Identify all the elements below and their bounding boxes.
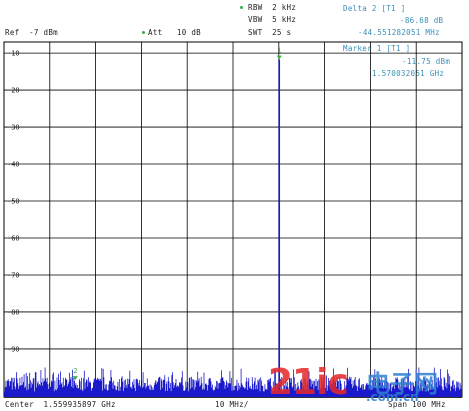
marker-1-label: 1 [277,47,281,55]
y-tick-label: -50 [7,198,20,206]
y-tick-label: -10 [7,50,20,58]
marker-1-triangle [276,55,282,60]
span-per-division-label: 10 MHz/ [215,400,249,409]
y-tick-label: -40 [7,161,20,169]
y-tick-label: -80 [7,308,20,316]
y-tick-label: -60 [7,234,20,242]
y-tick-label: -30 [7,124,20,132]
y-axis-ticks: -10 -20 -30 -40 -50 -60 -70 -80 -90 [7,50,20,354]
watermark-domain: .com.cn [366,390,419,404]
center-frequency-label: Center 1.559935897 GHz [5,400,116,409]
grid-lines [4,42,462,397]
watermark-logo: 21ic 电子网 .com.cn [268,362,462,408]
y-tick-label: -70 [7,271,20,279]
watermark-text: 21ic [268,362,349,403]
marker-layer: 12 [72,47,282,381]
y-tick-label: -20 [7,87,20,95]
marker-2-label: 2 [73,367,77,375]
spectrum-display: -10-20-30-40-50-60-70-80-90 12 [3,41,463,398]
y-tick-label: -90 [7,345,20,353]
